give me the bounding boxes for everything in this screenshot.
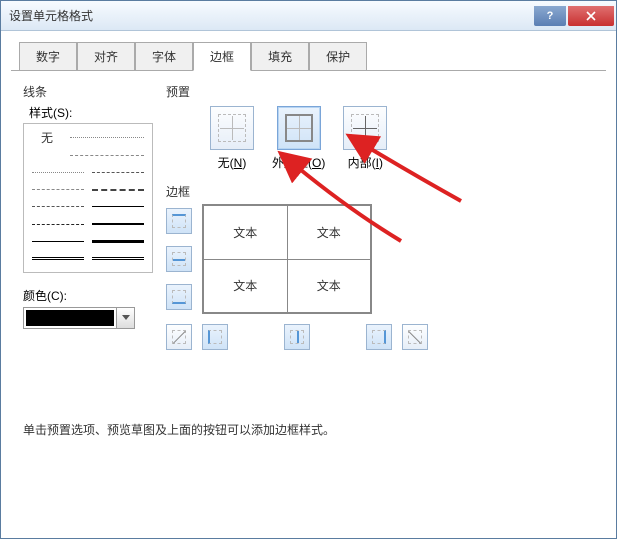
preset-outline-label: 外边框(O) xyxy=(272,154,325,171)
preset-inside-label: 内部(I) xyxy=(348,154,383,171)
edge-left-button[interactable] xyxy=(202,324,228,350)
edge-left-col xyxy=(166,204,192,314)
preset-none-label: 无(N) xyxy=(218,154,247,171)
color-label: 颜色(C): xyxy=(23,287,153,304)
help-button[interactable]: ? xyxy=(534,6,566,26)
line-style-list[interactable]: 无 xyxy=(23,123,153,273)
preview-cell: 文本 xyxy=(204,259,288,313)
titlebar: 设置单元格格式 ? xyxy=(1,1,616,31)
tab-protection[interactable]: 保护 xyxy=(309,42,367,71)
preset-row: 无(N) 外边框(O) 内部(I) xyxy=(210,106,594,171)
edge-diag-down-button[interactable] xyxy=(402,324,428,350)
preset-outline-button[interactable] xyxy=(277,106,321,150)
line-sample[interactable] xyxy=(32,257,84,260)
line-group-label: 线条 xyxy=(23,83,153,100)
line-sample[interactable] xyxy=(32,189,84,190)
preset-none-button[interactable] xyxy=(210,106,254,150)
tab-number[interactable]: 数字 xyxy=(19,42,77,71)
edge-bottom-row xyxy=(166,324,594,350)
line-sample[interactable] xyxy=(92,172,144,173)
tab-border[interactable]: 边框 xyxy=(193,42,251,71)
border-group: 边框 文本文本 文本文本 xyxy=(166,183,594,350)
edge-diag-up-button[interactable] xyxy=(166,324,192,350)
window-buttons: ? xyxy=(534,6,616,26)
edge-top-button[interactable] xyxy=(166,208,192,234)
preset-group-label: 预置 xyxy=(166,83,594,100)
line-sample[interactable] xyxy=(32,206,84,207)
tab-font[interactable]: 字体 xyxy=(135,42,193,71)
window-title: 设置单元格格式 xyxy=(9,7,93,24)
preview-cell: 文本 xyxy=(287,259,371,313)
tab-content: 线条 样式(S): 无 颜色(C): 预置 xyxy=(11,70,606,530)
preset-inside-button[interactable] xyxy=(343,106,387,150)
color-swatch xyxy=(25,309,115,327)
line-sample[interactable] xyxy=(92,257,144,260)
close-button[interactable] xyxy=(568,6,614,26)
line-sample[interactable] xyxy=(32,241,84,242)
chevron-down-icon xyxy=(116,308,134,328)
line-sample[interactable] xyxy=(32,224,84,225)
edge-vmid-button[interactable] xyxy=(284,324,310,350)
style-label: 样式(S): xyxy=(29,104,153,121)
edge-bottom-button[interactable] xyxy=(166,284,192,310)
border-preview[interactable]: 文本文本 文本文本 xyxy=(202,204,372,314)
right-column: 预置 无(N) 外边框(O) 内部(I) 边框 xyxy=(166,83,594,350)
line-sample[interactable] xyxy=(92,240,144,243)
hint-text: 单击预置选项、预览草图及上面的按钮可以添加边框样式。 xyxy=(23,421,335,438)
line-sample[interactable] xyxy=(70,137,144,138)
preview-cell: 文本 xyxy=(204,206,288,260)
tab-fill[interactable]: 填充 xyxy=(251,42,309,71)
line-sample[interactable] xyxy=(70,155,144,156)
close-icon xyxy=(586,11,596,21)
line-sample[interactable] xyxy=(92,189,144,191)
format-cells-dialog: 设置单元格格式 ? 数字 对齐 字体 边框 填充 保护 线条 样式(S): 无 xyxy=(0,0,617,539)
color-dropdown[interactable] xyxy=(23,307,135,329)
edge-hmid-button[interactable] xyxy=(166,246,192,272)
preview-cell: 文本 xyxy=(287,206,371,260)
border-group-label: 边框 xyxy=(166,183,594,200)
line-group: 线条 样式(S): 无 颜色(C): xyxy=(23,83,153,329)
tabstrip: 数字 对齐 字体 边框 填充 保护 xyxy=(1,31,616,70)
tab-alignment[interactable]: 对齐 xyxy=(77,42,135,71)
line-style-none[interactable]: 无 xyxy=(28,129,66,146)
edge-right-button[interactable] xyxy=(366,324,392,350)
line-sample[interactable] xyxy=(92,223,144,225)
line-sample[interactable] xyxy=(92,206,144,207)
line-sample[interactable] xyxy=(32,172,84,173)
